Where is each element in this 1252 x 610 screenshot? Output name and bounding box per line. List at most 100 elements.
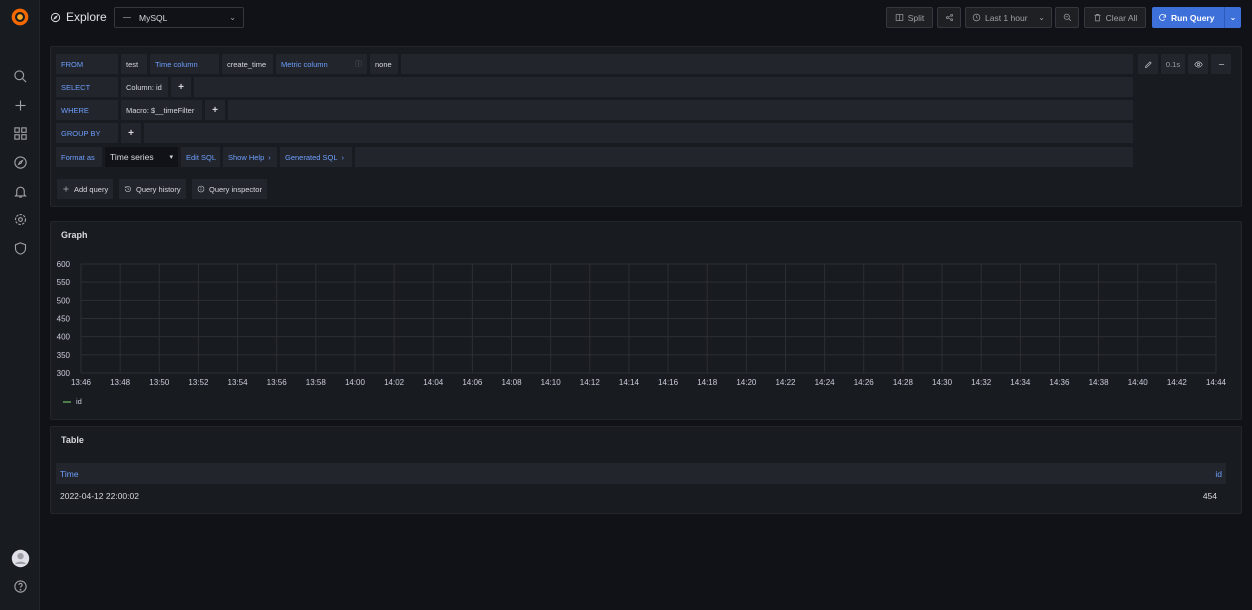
clock-icon xyxy=(972,13,981,22)
bell-icon[interactable] xyxy=(10,181,30,201)
chevron-right-icon: › xyxy=(268,152,271,162)
x-tick-label: 14:28 xyxy=(893,378,914,387)
table-select[interactable]: test xyxy=(121,54,147,74)
query-history-button[interactable]: Query history xyxy=(119,179,186,199)
plus-icon: + xyxy=(212,104,218,116)
add-query-label: Add query xyxy=(74,184,109,194)
x-tick-label: 13:46 xyxy=(71,378,92,387)
x-tick-label: 14:00 xyxy=(345,378,366,387)
edit-query-button[interactable] xyxy=(1138,54,1158,74)
y-tick-label: 300 xyxy=(57,369,71,378)
datasource-label: MySQL xyxy=(139,12,168,23)
pencil-icon xyxy=(1144,60,1152,68)
caret-down-icon: ▾ xyxy=(169,154,173,161)
x-tick-label: 14:24 xyxy=(815,378,836,387)
add-query-button[interactable]: Add query xyxy=(57,179,114,199)
run-query-button[interactable]: Run Query ⌄ xyxy=(1152,7,1241,28)
show-help-button[interactable]: Show Help › xyxy=(223,147,277,167)
format-row: Format as Time series ▾ Edit SQL Show He… xyxy=(56,147,1133,167)
graph-panel: Graph 600 550 500 450 400 350 300 13:46 13:48 13:… xyxy=(50,221,1242,420)
toggle-visibility-button[interactable] xyxy=(1188,54,1208,74)
time-range-picker[interactable]: Last 1 hour ⌄ xyxy=(965,7,1052,28)
history-icon xyxy=(124,186,131,193)
legend-label: id xyxy=(76,397,82,406)
y-tick-label: 500 xyxy=(57,296,71,305)
table-title: Table xyxy=(61,435,84,445)
zoom-out-icon xyxy=(1063,13,1071,22)
groupby-keyword: GROUP BY xyxy=(56,123,118,143)
add-groupby-button[interactable]: + xyxy=(121,123,141,143)
where-macro[interactable]: Macro: $__timeFilter xyxy=(121,100,202,120)
graph-legend[interactable]: id xyxy=(63,397,82,406)
search-icon[interactable] xyxy=(10,66,30,86)
add-where-button[interactable]: + xyxy=(205,100,225,120)
cell-id: 454 xyxy=(1202,490,1217,501)
x-tick-label: 14:10 xyxy=(541,378,562,387)
chevron-right-icon: › xyxy=(341,152,345,162)
chevron-down-icon[interactable]: ⌄ xyxy=(1225,13,1241,22)
generated-sql-button[interactable]: Generated SQL › xyxy=(280,147,352,167)
select-column[interactable]: Column: id xyxy=(121,77,168,97)
compass-icon xyxy=(50,12,61,22)
x-tick-label: 13:54 xyxy=(228,378,249,387)
eye-icon xyxy=(1193,61,1203,67)
remove-query-button[interactable] xyxy=(1211,54,1231,74)
x-tick-label: 13:58 xyxy=(306,378,327,387)
x-tick-label: 13:56 xyxy=(267,378,288,387)
zoom-out-button[interactable] xyxy=(1055,7,1079,28)
time-column-select[interactable]: create_time xyxy=(222,54,273,74)
select-keyword: SELECT xyxy=(56,77,118,97)
table-header: Time id xyxy=(56,463,1226,484)
metric-column-select[interactable]: none xyxy=(370,54,398,74)
metric-column-label: Metric column ⓘ xyxy=(276,54,367,74)
shield-icon[interactable] xyxy=(10,238,30,258)
chevron-down-icon: ⌄ xyxy=(229,13,236,22)
split-button[interactable]: Split xyxy=(886,7,933,28)
help-icon[interactable] xyxy=(10,576,30,596)
graph-chart[interactable]: 600 550 500 450 400 350 30013:46 13:48 13:50 13:5… xyxy=(51,222,1241,419)
plus-icon xyxy=(63,186,69,192)
x-tick-label: 14:18 xyxy=(697,378,718,387)
cell-time: 2022-04-12 22:00:02 xyxy=(60,490,139,501)
compass-icon[interactable] xyxy=(10,152,30,172)
column-header-time[interactable]: Time xyxy=(60,469,79,479)
x-tick-label: 13:48 xyxy=(110,378,131,387)
x-tick-label: 14:16 xyxy=(658,378,679,387)
plus-icon[interactable] xyxy=(10,95,30,115)
refresh-icon xyxy=(1159,14,1166,21)
time-range-label: Last 1 hour xyxy=(985,12,1028,23)
column-header-id[interactable]: id xyxy=(1215,469,1222,479)
format-select[interactable]: Time series ▾ xyxy=(105,147,178,167)
gear-icon[interactable] xyxy=(10,209,30,229)
where-row: WHERE Macro: $__timeFilter + xyxy=(56,100,1133,120)
datasource-icon xyxy=(123,17,131,18)
row-filler xyxy=(355,147,1133,167)
clear-all-button[interactable]: Clear All xyxy=(1084,7,1146,28)
avatar[interactable] xyxy=(10,548,30,568)
page-title-label: Explore xyxy=(66,10,107,24)
info-icon[interactable]: ⓘ xyxy=(355,59,362,69)
row-filler xyxy=(144,123,1133,143)
query-inspector-button[interactable]: Query inspector xyxy=(192,179,267,199)
split-icon xyxy=(895,14,903,21)
x-tick-label: 14:20 xyxy=(736,378,757,387)
add-select-button[interactable]: + xyxy=(171,77,191,97)
x-tick-label: 14:40 xyxy=(1128,378,1149,387)
x-tick-label: 14:22 xyxy=(775,378,796,387)
edit-sql-button[interactable]: Edit SQL xyxy=(181,147,220,167)
clear-all-label: Clear All xyxy=(1105,12,1138,23)
share-button[interactable] xyxy=(937,7,961,28)
x-tick-label: 13:50 xyxy=(149,378,170,387)
row-filler xyxy=(228,100,1133,120)
metric-column-text: Metric column xyxy=(281,59,328,69)
dashboards-icon[interactable] xyxy=(10,123,30,143)
x-tick-label: 14:04 xyxy=(423,378,444,387)
select-row: SELECT Column: id + xyxy=(56,77,1133,97)
trash-icon xyxy=(1094,14,1101,22)
x-tick-label: 14:02 xyxy=(384,378,405,387)
split-label: Split xyxy=(907,12,925,23)
datasource-picker[interactable]: MySQL ⌄ xyxy=(114,7,244,28)
x-tick-label: 14:44 xyxy=(1206,378,1227,387)
grafana-logo-icon[interactable] xyxy=(10,7,30,27)
x-tick-label: 14:30 xyxy=(932,378,953,387)
